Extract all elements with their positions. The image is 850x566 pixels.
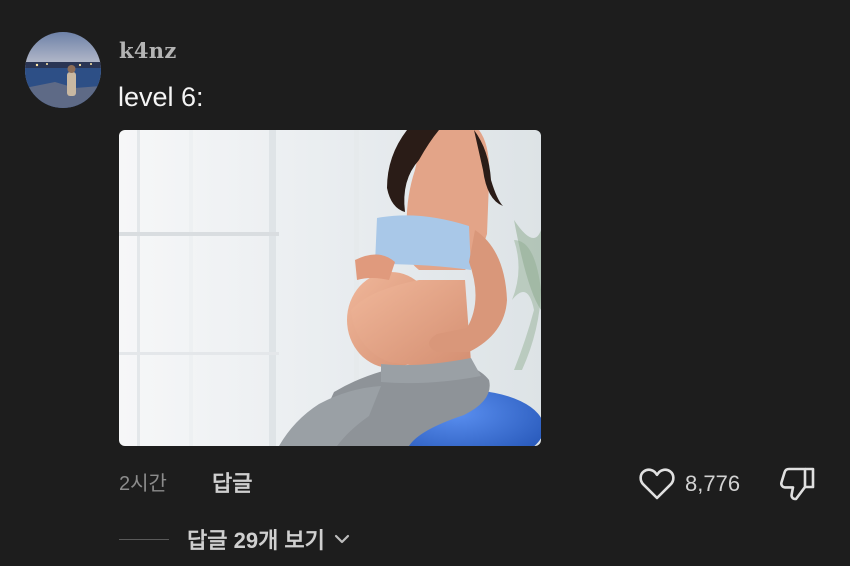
comment-image[interactable]	[119, 130, 541, 446]
reply-button[interactable]: 답글	[212, 468, 252, 500]
comment-text: level 6:	[118, 82, 204, 112]
view-replies-button[interactable]: 답글 29개 보기	[119, 522, 351, 556]
timestamp: 2시간	[119, 473, 167, 495]
heart-outline-icon[interactable]	[638, 467, 676, 501]
avatar[interactable]	[25, 32, 101, 108]
like-count: 8,776	[685, 471, 741, 496]
view-replies-label: 답글 29개 보기	[187, 528, 325, 553]
username[interactable]: k4nz	[119, 38, 177, 63]
thumbs-down-outline-icon[interactable]	[778, 465, 818, 503]
divider	[119, 538, 169, 540]
chevron-down-icon	[334, 534, 350, 544]
